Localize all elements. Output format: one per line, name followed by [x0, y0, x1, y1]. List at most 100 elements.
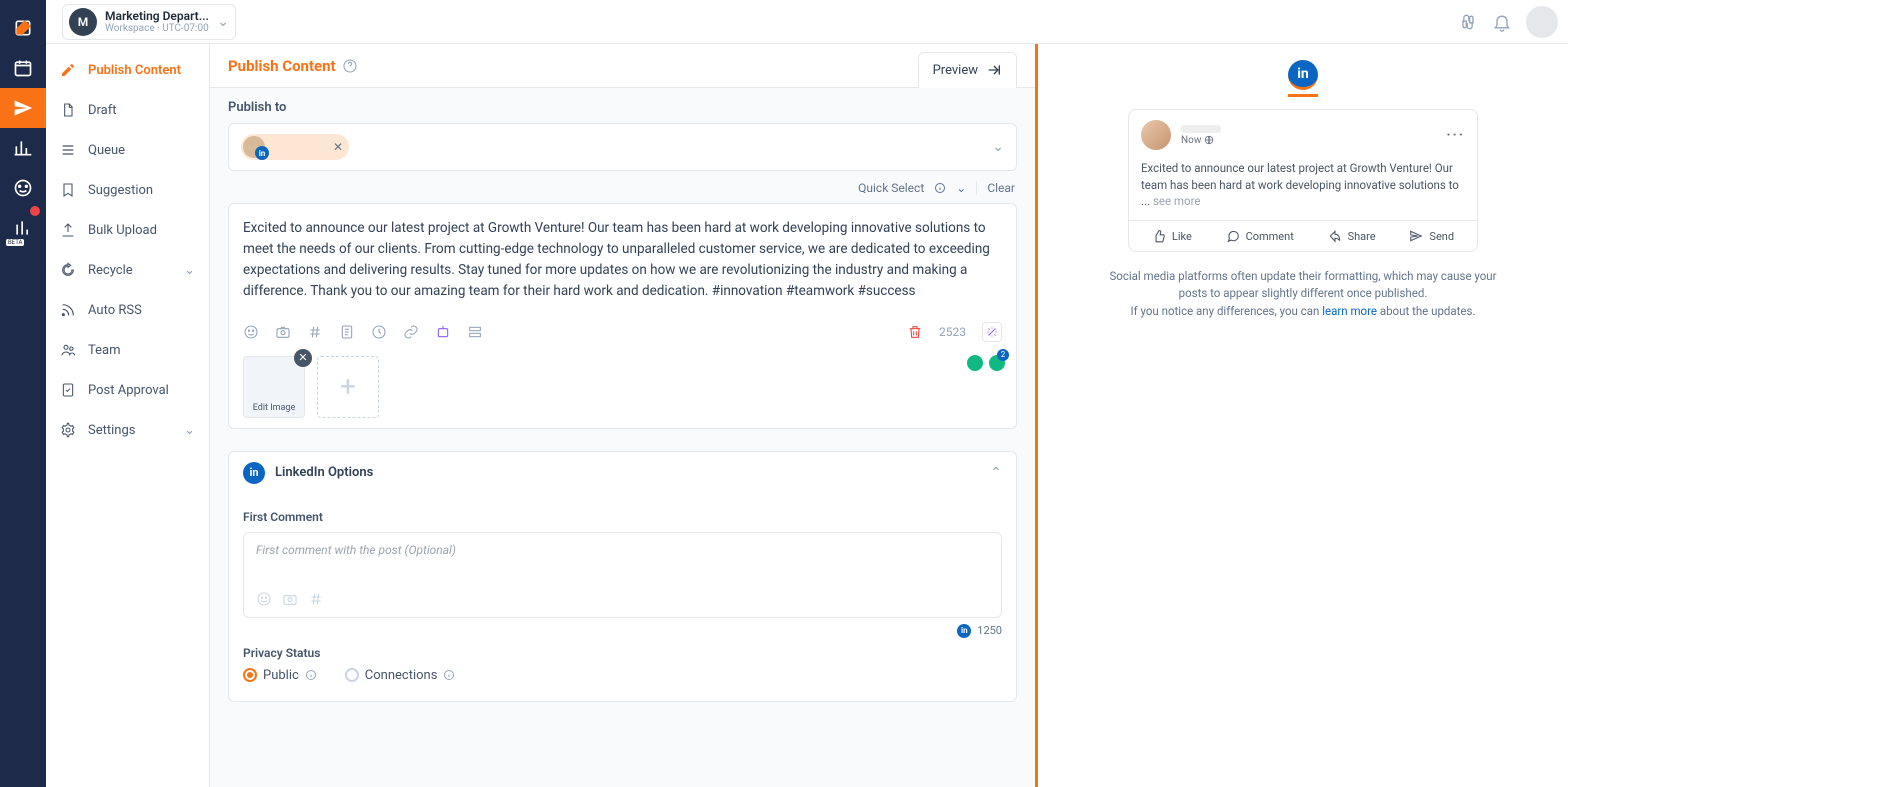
- radio-checked-icon: [243, 668, 257, 682]
- rail-publish[interactable]: [0, 88, 46, 128]
- sidebar: Publish Content Draft Queue Suggestion: [46, 44, 210, 787]
- preview-ellipsis: ...: [1141, 194, 1153, 208]
- sidebar-item-auto-rss[interactable]: Auto RSS: [46, 290, 209, 330]
- sidebar-item-recycle[interactable]: Recycle ⌄: [46, 250, 209, 290]
- sidebar-item-queue[interactable]: Queue: [46, 130, 209, 170]
- rail-analytics[interactable]: [0, 128, 46, 168]
- info-icon: [305, 669, 317, 681]
- first-comment-placeholder: First comment with the post (Optional): [256, 543, 989, 585]
- hashtag-icon[interactable]: [307, 324, 323, 340]
- first-comment-input[interactable]: First comment with the post (Optional): [243, 532, 1002, 618]
- learn-more-link[interactable]: learn more: [1322, 304, 1377, 318]
- camera-icon[interactable]: [282, 591, 298, 607]
- chevron-down-icon: ⌄: [184, 263, 195, 278]
- layout-icon[interactable]: [467, 324, 483, 340]
- feedback-icon[interactable]: [1458, 12, 1478, 32]
- rail-reports-badge: [30, 206, 40, 216]
- team-icon: [60, 342, 76, 358]
- preview-share-button[interactable]: Share: [1328, 229, 1376, 243]
- recycle-icon: [60, 262, 76, 278]
- sidebar-item-suggestion[interactable]: Suggestion: [46, 170, 209, 210]
- help-icon[interactable]: [342, 58, 358, 74]
- share-icon: [1328, 229, 1342, 243]
- workspace-sub: Workspace · UTC-07:00: [105, 23, 209, 34]
- publish-to-label: Publish to: [228, 100, 1017, 115]
- first-comment-count: 1250: [977, 624, 1002, 637]
- account-chip-label: [271, 142, 327, 152]
- account-selector[interactable]: in ✕ ⌄: [228, 123, 1017, 171]
- privacy-connections-radio[interactable]: Connections: [345, 668, 456, 683]
- preview-like-button[interactable]: Like: [1152, 229, 1192, 243]
- sidebar-item-team[interactable]: Team: [46, 330, 209, 370]
- bookmark-icon: [60, 182, 76, 198]
- sidebar-label: Settings: [88, 423, 135, 438]
- preview-toggle-button[interactable]: Preview: [918, 52, 1017, 88]
- user-avatar[interactable]: [1526, 6, 1558, 38]
- linkedin-icon: in: [957, 624, 971, 638]
- char-count: 2523: [939, 325, 966, 339]
- quick-select-label[interactable]: Quick Select: [858, 181, 924, 195]
- privacy-public-radio[interactable]: Public: [243, 668, 317, 683]
- workspace-switcher[interactable]: M Marketing Depart... Workspace · UTC-07…: [62, 4, 236, 40]
- more-icon[interactable]: ···: [1446, 127, 1465, 143]
- send-icon: [1409, 229, 1423, 243]
- emoji-icon[interactable]: [256, 591, 272, 607]
- linkedin-options-toggle[interactable]: in LinkedIn Options ⌃: [229, 452, 1016, 494]
- clear-accounts-link[interactable]: Clear: [987, 181, 1015, 195]
- thumbs-up-icon: [1152, 229, 1166, 243]
- sidebar-item-publish-content[interactable]: Publish Content: [46, 50, 209, 90]
- preview-comment-button[interactable]: Comment: [1226, 229, 1294, 243]
- sidebar-item-bulk-upload[interactable]: Bulk Upload: [46, 210, 209, 250]
- grammarly-icon: [966, 354, 984, 372]
- pencil-icon: [60, 62, 76, 78]
- first-comment-label: First Comment: [243, 510, 1002, 524]
- chevron-down-icon[interactable]: ⌄: [956, 181, 966, 195]
- preview-send-button[interactable]: Send: [1409, 229, 1454, 243]
- sidebar-item-settings[interactable]: Settings ⌄: [46, 410, 209, 450]
- camera-icon[interactable]: [275, 324, 291, 340]
- grammarly-count-icon: [988, 354, 1006, 372]
- rail-calendar[interactable]: [0, 48, 46, 88]
- chevron-down-icon[interactable]: ⌄: [992, 139, 1004, 155]
- preview-avatar: [1141, 120, 1171, 150]
- linkedin-badge-icon: in: [255, 146, 269, 160]
- sidebar-label: Recycle: [88, 263, 133, 278]
- linkedin-options-title: LinkedIn Options: [275, 465, 373, 480]
- preview-tab-linkedin[interactable]: in: [1288, 60, 1318, 97]
- hashtag-icon[interactable]: [308, 591, 324, 607]
- trash-icon[interactable]: [907, 324, 923, 340]
- upload-icon: [60, 222, 76, 238]
- sidebar-label: Bulk Upload: [88, 223, 157, 238]
- sidebar-label: Publish Content: [88, 63, 181, 78]
- rail-inbox[interactable]: [0, 168, 46, 208]
- template-icon[interactable]: [339, 324, 355, 340]
- remove-image-icon[interactable]: ✕: [294, 349, 312, 367]
- rail-compose[interactable]: [0, 8, 46, 48]
- sidebar-item-draft[interactable]: Draft: [46, 90, 209, 130]
- sidebar-label: Auto RSS: [88, 303, 142, 318]
- see-more-link[interactable]: see more: [1153, 194, 1201, 208]
- link-icon[interactable]: [403, 324, 419, 340]
- schedule-icon[interactable]: [371, 324, 387, 340]
- preview-disclaimer: Social media platforms often update thei…: [1103, 268, 1503, 320]
- chevron-up-icon: ⌃: [990, 465, 1002, 481]
- post-textarea[interactable]: Excited to announce our latest project a…: [243, 218, 1002, 302]
- image-thumbnail[interactable]: ✕ Edit Image: [243, 356, 305, 418]
- grammarly-widget[interactable]: [966, 354, 1006, 372]
- rss-icon: [60, 302, 76, 318]
- add-media-button[interactable]: +: [317, 356, 379, 418]
- sidebar-label: Queue: [88, 143, 125, 158]
- main-content: Publish Content Preview Publish to in: [210, 44, 1038, 787]
- remove-account-icon[interactable]: ✕: [333, 140, 343, 154]
- account-chip-linkedin[interactable]: in ✕: [241, 134, 349, 160]
- approval-icon: [60, 382, 76, 398]
- emoji-icon[interactable]: [243, 324, 259, 340]
- ai-assist-icon[interactable]: [435, 324, 451, 340]
- magic-wand-button[interactable]: [982, 322, 1002, 342]
- list-icon: [60, 142, 76, 158]
- comment-icon: [1226, 229, 1240, 243]
- bell-icon[interactable]: [1492, 12, 1512, 32]
- preview-time: Now: [1181, 135, 1201, 146]
- sidebar-item-post-approval[interactable]: Post Approval: [46, 370, 209, 410]
- sidebar-label: Suggestion: [88, 183, 153, 198]
